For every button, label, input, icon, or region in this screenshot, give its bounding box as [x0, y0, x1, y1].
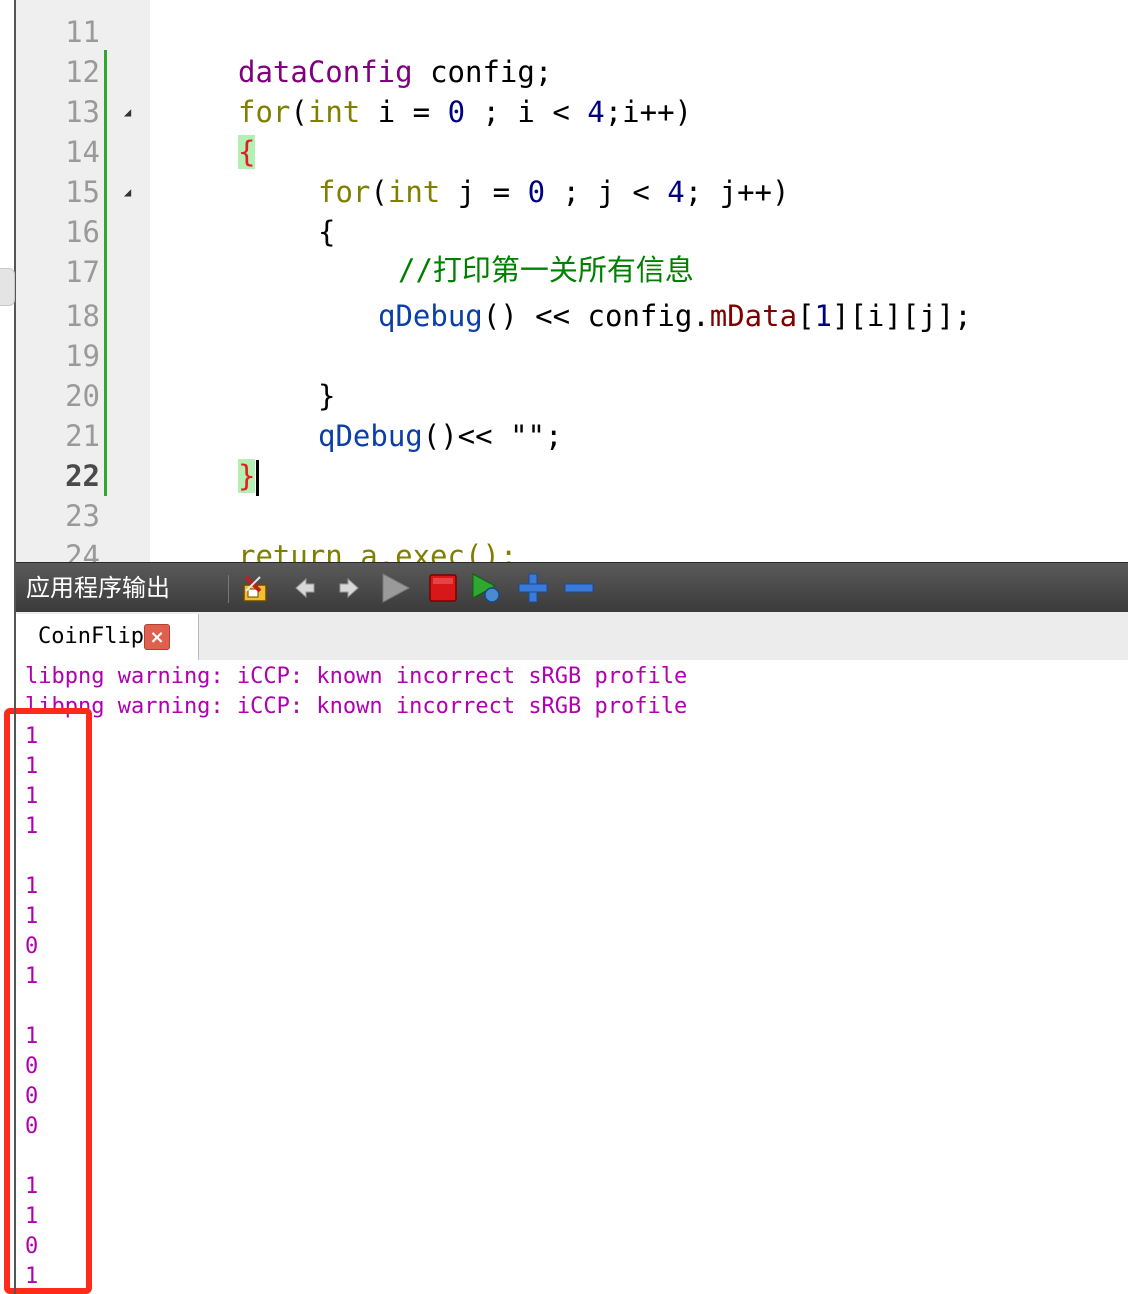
keyword-token: int: [387, 175, 441, 209]
previous-button[interactable]: [288, 571, 322, 605]
code-text: {: [318, 215, 336, 249]
function-token: qDebug: [378, 299, 483, 333]
number-token: 4: [667, 175, 685, 209]
line-number: 12: [65, 55, 100, 89]
line-number: 21: [65, 419, 100, 453]
code-text: ()<< "";: [422, 419, 563, 453]
code-editor[interactable]: 11 12 13 14 15 16 17 18 19 20 21 22 23 2…: [0, 0, 1128, 562]
code-text: ; i <: [465, 95, 588, 129]
code-text: (: [290, 95, 308, 129]
output-pane-title: 应用程序输出: [26, 574, 170, 602]
red-annotation-box: [4, 708, 92, 1294]
application-output[interactable]: libpng warning: iCCP: known incorrect sR…: [16, 660, 1128, 1294]
matched-brace: }: [238, 459, 256, 493]
stop-button[interactable]: [426, 571, 460, 605]
edit-icon: [243, 575, 267, 602]
tab-coinflip[interactable]: CoinFlip ×: [16, 614, 199, 661]
code-line-12: dataConfig config;: [238, 52, 552, 92]
line-number: 18: [65, 299, 100, 333]
fold-arrow-icon[interactable]: ◢: [124, 106, 136, 118]
edit-button[interactable]: [238, 571, 272, 605]
close-icon[interactable]: ×: [144, 624, 170, 650]
code-text: [: [797, 299, 815, 333]
matched-brace: {: [238, 135, 256, 169]
window-left-border: [14, 0, 16, 1294]
code-text: j =: [440, 175, 528, 209]
line-number: 15: [65, 175, 100, 209]
code-line-17: //打印第一关所有信息: [398, 250, 694, 290]
stop-icon: [429, 574, 457, 602]
code-text: (: [370, 175, 388, 209]
tab-label: CoinFlip: [38, 624, 144, 649]
play-icon: [382, 573, 411, 603]
output-pane-toolbar: 应用程序输出: [16, 562, 1128, 613]
code-line-14: {: [238, 132, 256, 172]
code-text: i =: [360, 95, 448, 129]
line-number: 24: [65, 539, 100, 562]
code-line-partial-top: [238, 0, 290, 14]
line-number: 14: [65, 135, 100, 169]
line-number: 11: [65, 15, 100, 49]
arrow-right-icon: [339, 577, 359, 599]
text-cursor: [256, 460, 260, 496]
code-text: ; j++): [684, 175, 790, 209]
line-number: 19: [65, 339, 100, 373]
next-button[interactable]: [332, 571, 366, 605]
comment-token: //打印第一关所有信息: [398, 253, 694, 287]
output-line: libpng warning: iCCP: known incorrect sR…: [25, 694, 688, 719]
keyword-token: for: [318, 175, 371, 209]
run-debug-icon: [472, 573, 500, 603]
line-number: 16: [65, 215, 100, 249]
increase-font-button[interactable]: [516, 571, 550, 605]
output-line: libpng warning: iCCP: known incorrect sR…: [25, 664, 688, 689]
line-number: 13: [65, 95, 100, 129]
output-tab-bar: CoinFlip ×: [16, 612, 1128, 661]
line-number: 20: [65, 379, 100, 413]
current-line-number: 22: [65, 459, 100, 493]
toolbar-separator: [228, 575, 229, 603]
code-text: () << config.: [482, 299, 710, 333]
keyword-token: int: [307, 95, 361, 129]
plus-icon: [518, 573, 548, 603]
function-token: qDebug: [318, 419, 423, 453]
arrow-left-icon: [295, 577, 315, 599]
minus-icon: [564, 583, 594, 593]
code-line-22: }: [238, 456, 260, 496]
number-token: 0: [527, 175, 546, 209]
code-line-21: qDebug()<< "";: [318, 416, 562, 456]
number-token: 1: [814, 299, 832, 333]
code-line-20: }: [318, 376, 335, 416]
decrease-font-button[interactable]: [562, 571, 596, 605]
code-line-24: return a.exec();: [238, 536, 517, 562]
line-number: 17: [65, 255, 100, 289]
side-panel-handle[interactable]: [0, 268, 15, 306]
code-line-15: for(int j = 0 ; j < 4; j++): [318, 172, 789, 212]
code-text: return a.exec();: [238, 539, 518, 562]
change-bar: [104, 50, 107, 496]
code-line-13: for(int i = 0 ; i < 4;i++): [238, 92, 692, 132]
run-debug-button[interactable]: [470, 571, 504, 605]
type-token: dataConfig: [238, 55, 413, 89]
line-number: 23: [65, 499, 100, 533]
code-line-18: qDebug() << config.mData[1][i][j];: [378, 296, 972, 336]
code-text: config;: [412, 55, 553, 89]
number-token: 4: [587, 95, 605, 129]
member-token: mData: [709, 299, 798, 333]
number-token: 0: [447, 95, 466, 129]
keyword-token: for: [238, 95, 291, 129]
code-text: ; j <: [545, 175, 668, 209]
code-line-16: {: [318, 212, 335, 252]
run-button[interactable]: [378, 571, 412, 605]
code-text: ][i][j];: [832, 299, 972, 333]
code-text: ;i++): [604, 95, 693, 129]
fold-arrow-icon[interactable]: ◢: [124, 186, 136, 198]
code-text: }: [318, 379, 336, 413]
